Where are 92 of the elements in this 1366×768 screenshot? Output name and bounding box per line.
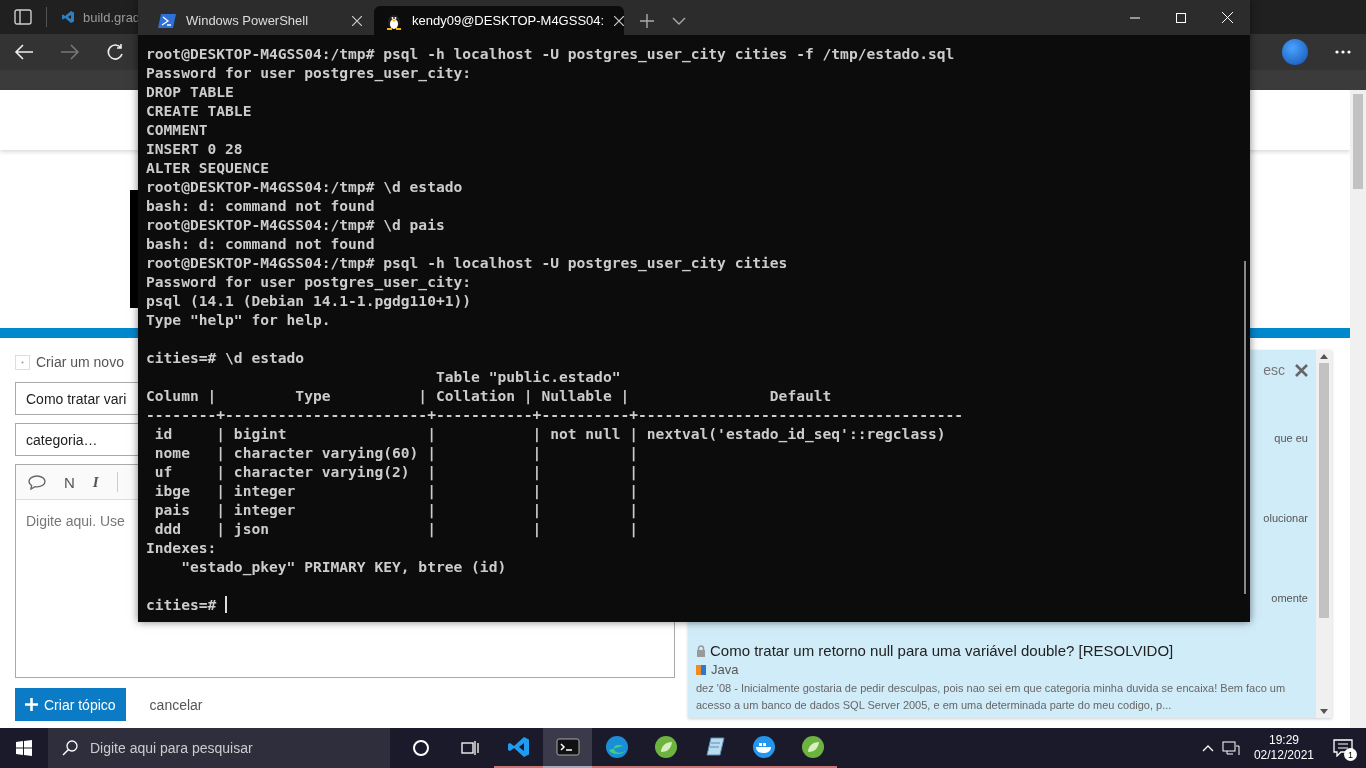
back-icon[interactable]	[14, 43, 34, 61]
terminal-line: CREATE TABLE	[146, 101, 253, 120]
terminal-line: bash: d: command not found	[146, 234, 376, 253]
browser-tab[interactable]: build.grad	[61, 9, 141, 25]
create-topic-button[interactable]: Criar tópico	[15, 688, 126, 721]
forward-icon[interactable]	[60, 43, 80, 61]
lock-icon	[696, 644, 706, 657]
terminal-line: ALTER SEQUENCE	[146, 158, 270, 177]
sidebar-icon[interactable]	[14, 9, 32, 25]
format-button[interactable]: N	[64, 473, 75, 491]
terminal-line: Password for user postgres_user_city:	[146, 63, 473, 82]
scrollbar[interactable]	[1316, 350, 1332, 718]
terminal-line: Table "public.estado"	[434, 367, 622, 386]
task-view-icon	[460, 740, 479, 756]
search-icon	[62, 740, 78, 756]
terminal-line: Column | Type | Collation | Nullable | Default	[146, 386, 833, 405]
terminal-line: COMMENT	[146, 120, 209, 139]
new-tab-icon[interactable]	[640, 13, 654, 28]
result-excerpt: olucionar	[1263, 512, 1308, 524]
notification-icon	[1333, 739, 1353, 757]
close-icon[interactable]	[352, 15, 362, 26]
profile-avatar[interactable]	[1282, 39, 1308, 65]
terminal-line: Type "help" for help.	[146, 310, 332, 329]
scroll-down-icon[interactable]	[1320, 709, 1328, 714]
terminal-line: Password for user postgres_user_city:	[146, 272, 473, 291]
terminal-line: cities=# \d estado	[146, 348, 306, 367]
editor-placeholder: Digite aqui. Use	[26, 513, 125, 529]
category-label[interactable]: Java	[711, 662, 739, 677]
terminal-line: --------+-----------------------+-----------+----------+-------------------------------------	[146, 405, 965, 424]
result-excerpt: dez '08 - Inicialmente gostaria de pedir desculpas, pois nao sei em que categoria minha duvida se encaixa! Bem faco um acesso a um banco de dados SQL Server 2005, e em uma determinada parte do meu codigo, p...	[696, 681, 1287, 713]
terminal-line: root@DESKTOP-M4GSS04:/tmp# \d estado	[146, 177, 464, 196]
result-excerpt: omente	[1271, 592, 1308, 604]
scrollbar[interactable]	[1244, 261, 1246, 594]
terminal-line: root@DESKTOP-M4GSS04:/tmp# psql -h localhost -U postgres_user_city cities	[146, 253, 789, 272]
clock-date: 02/12/2021	[1253, 748, 1314, 763]
category-icon	[696, 664, 706, 675]
leaf-icon[interactable]	[653, 735, 678, 759]
cancel-link[interactable]: cancelar	[143, 695, 209, 714]
clock-time: 19:29	[1268, 733, 1299, 748]
terminal-line: nome | character varying(60) | | |	[153, 443, 640, 462]
terminal-line: bash: d: command not found	[146, 196, 376, 215]
close-icon[interactable]	[614, 15, 625, 26]
code-editor-icon	[61, 10, 75, 24]
caret-up-icon[interactable]	[1201, 744, 1214, 752]
terminal-line: Indexes:	[146, 538, 218, 557]
leaf-icon[interactable]	[800, 735, 825, 759]
terminal-line: psql (14.1 (Debian 14.1-1.pgdg110+1))	[146, 291, 473, 310]
whale-icon[interactable]	[750, 735, 777, 759]
windows-icon	[16, 740, 32, 756]
minimize-icon	[1130, 16, 1140, 19]
terminal-line: "estado_pkey" PRIMARY KEY, btree (id)	[180, 557, 508, 576]
notification-badge: 1	[1344, 748, 1357, 761]
dropdown-icon[interactable]	[672, 16, 686, 25]
search-field[interactable]: Digite aqui para pesquisar	[48, 728, 390, 768]
terminal-line: ibge | integer | | |	[153, 481, 640, 500]
esc-hint: esc	[1263, 362, 1285, 378]
powershell-icon	[158, 13, 176, 28]
scroll-up-icon[interactable]	[1320, 354, 1328, 359]
italic-button[interactable]: I	[92, 473, 99, 491]
terminal-line: INSERT 0 28	[146, 139, 244, 158]
terminal-line: DROP TABLE	[146, 82, 235, 101]
terminal-line: ddd | json | | |	[153, 519, 640, 538]
terminal-line: pais | integer | | |	[153, 500, 640, 519]
result-link[interactable]: Como tratar um retorno null para uma variável double? [RESOLVIDO]	[696, 642, 1308, 659]
comment-icon[interactable]	[28, 474, 46, 490]
browser-icon[interactable]	[604, 735, 629, 759]
result-excerpt: que eu	[1274, 432, 1308, 444]
close-icon	[1295, 363, 1308, 377]
taskbar-app-button[interactable]	[543, 728, 592, 768]
plus-icon	[25, 698, 38, 711]
scrollbar[interactable]	[1350, 90, 1366, 728]
close-button[interactable]: esc	[1263, 362, 1308, 378]
bullet-icon	[15, 354, 30, 370]
code-editor-icon[interactable]	[506, 735, 531, 759]
composer-heading: Criar um novo	[36, 354, 124, 370]
terminal-line: cities=#	[146, 595, 218, 614]
terminal-tab[interactable]: Windows PowerShell	[146, 6, 374, 35]
refresh-icon[interactable]	[106, 43, 124, 61]
title-field[interactable]: Como tratar vari	[15, 382, 138, 415]
terminal-line: id | bigint | | not null | nextval('estado_id_seq'::regclass)	[153, 424, 947, 443]
maximize-icon	[1176, 12, 1186, 23]
category-field[interactable]: categoria…	[15, 423, 138, 456]
terminal-line: root@DESKTOP-M4GSS04:/tmp# psql -h localhost -U postgres_user_city cities -f /tmp/estado.sql	[146, 44, 956, 63]
terminal-line: root@DESKTOP-M4GSS04:/tmp# \d pais	[146, 215, 446, 234]
close-icon	[1221, 12, 1233, 23]
terminal-icon[interactable]	[555, 737, 580, 757]
terminal-line: uf | character varying(2) | | |	[153, 462, 640, 481]
more-icon[interactable]	[1334, 49, 1352, 55]
notification-button[interactable]: 1	[1328, 733, 1358, 763]
circle-icon	[411, 739, 430, 757]
terminal-tab[interactable]: kendy09@DESKTOP-M4GSS04:	[374, 6, 624, 35]
network-icon[interactable]	[1221, 740, 1240, 756]
